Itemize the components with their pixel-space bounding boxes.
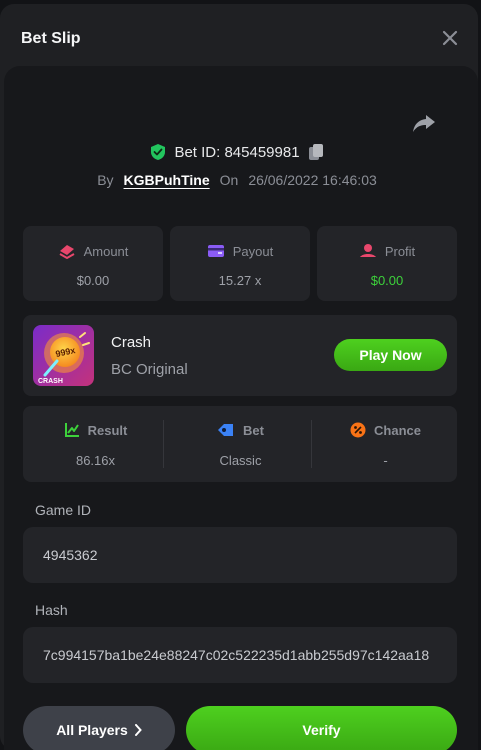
dialog-title: Bet Slip bbox=[21, 30, 81, 47]
divider bbox=[163, 420, 164, 468]
bet-id-text: Bet ID: 845459981 bbox=[174, 143, 300, 161]
payout-value: 15.27 x bbox=[218, 273, 262, 288]
result-card: Result 86.16x Bet Classic Chance - bbox=[23, 406, 457, 482]
chance-column: Chance - bbox=[313, 406, 458, 482]
by-label: By bbox=[97, 172, 114, 188]
game-id-field[interactable]: 4945362 bbox=[23, 527, 457, 583]
result-label: Result bbox=[87, 422, 128, 438]
bet-type-column: Bet Classic bbox=[168, 406, 313, 482]
result-column: Result 86.16x bbox=[23, 406, 168, 482]
hash-label: Hash bbox=[35, 602, 68, 618]
verify-button[interactable]: Verify bbox=[186, 706, 457, 750]
result-value: 86.16x bbox=[75, 453, 116, 468]
percent-icon bbox=[350, 422, 366, 438]
game-id-label: Game ID bbox=[35, 502, 92, 518]
amount-label: Amount bbox=[83, 243, 129, 259]
all-players-label: All Players bbox=[56, 722, 128, 738]
game-card: 999x CRASH Crash BC Original Play Now bbox=[23, 315, 457, 396]
bet-author-row: By KGBPuhTine On 26/06/2022 16:46:03 bbox=[0, 170, 474, 190]
dialog-header: Bet Slip bbox=[0, 4, 478, 70]
chance-label: Chance bbox=[374, 422, 421, 438]
hash-field[interactable]: 7c994157ba1be24e88247c02c522235d1abb255d… bbox=[23, 627, 457, 683]
user-link[interactable]: KGBPuhTine bbox=[124, 172, 210, 188]
amount-icon bbox=[58, 243, 76, 259]
payout-icon bbox=[207, 243, 225, 259]
verified-shield-icon bbox=[150, 143, 166, 161]
bet-id-row: Bet ID: 845459981 bbox=[0, 141, 474, 163]
bet-value: Classic bbox=[219, 453, 262, 468]
bet-label: Bet bbox=[243, 422, 264, 438]
bet-tag-icon bbox=[217, 422, 235, 438]
result-chart-icon bbox=[64, 422, 80, 438]
crash-game-thumbnail[interactable]: 999x CRASH bbox=[33, 325, 94, 386]
all-players-button[interactable]: All Players bbox=[23, 706, 175, 750]
bet-date: 26/06/2022 16:46:03 bbox=[248, 172, 377, 188]
profit-icon bbox=[359, 243, 377, 259]
profit-label: Profit bbox=[384, 243, 416, 259]
payout-label: Payout bbox=[232, 243, 274, 259]
share-icon[interactable] bbox=[410, 111, 438, 135]
play-now-button[interactable]: Play Now bbox=[334, 339, 447, 371]
profit-card: Profit $0.00 bbox=[317, 226, 457, 301]
chance-value: - bbox=[383, 453, 388, 468]
game-provider: BC Original bbox=[111, 361, 188, 378]
chevron-right-icon bbox=[134, 724, 142, 736]
profit-value: $0.00 bbox=[370, 273, 404, 288]
amount-value: $0.00 bbox=[76, 273, 110, 288]
on-label: On bbox=[219, 172, 239, 188]
payout-card: Payout 15.27 x bbox=[170, 226, 310, 301]
copy-icon[interactable] bbox=[308, 143, 324, 161]
thumb-label-text: CRASH bbox=[38, 378, 63, 385]
divider bbox=[311, 420, 312, 468]
game-name[interactable]: Crash bbox=[111, 334, 151, 351]
close-icon[interactable] bbox=[438, 26, 462, 50]
amount-card: Amount $0.00 bbox=[23, 226, 163, 301]
